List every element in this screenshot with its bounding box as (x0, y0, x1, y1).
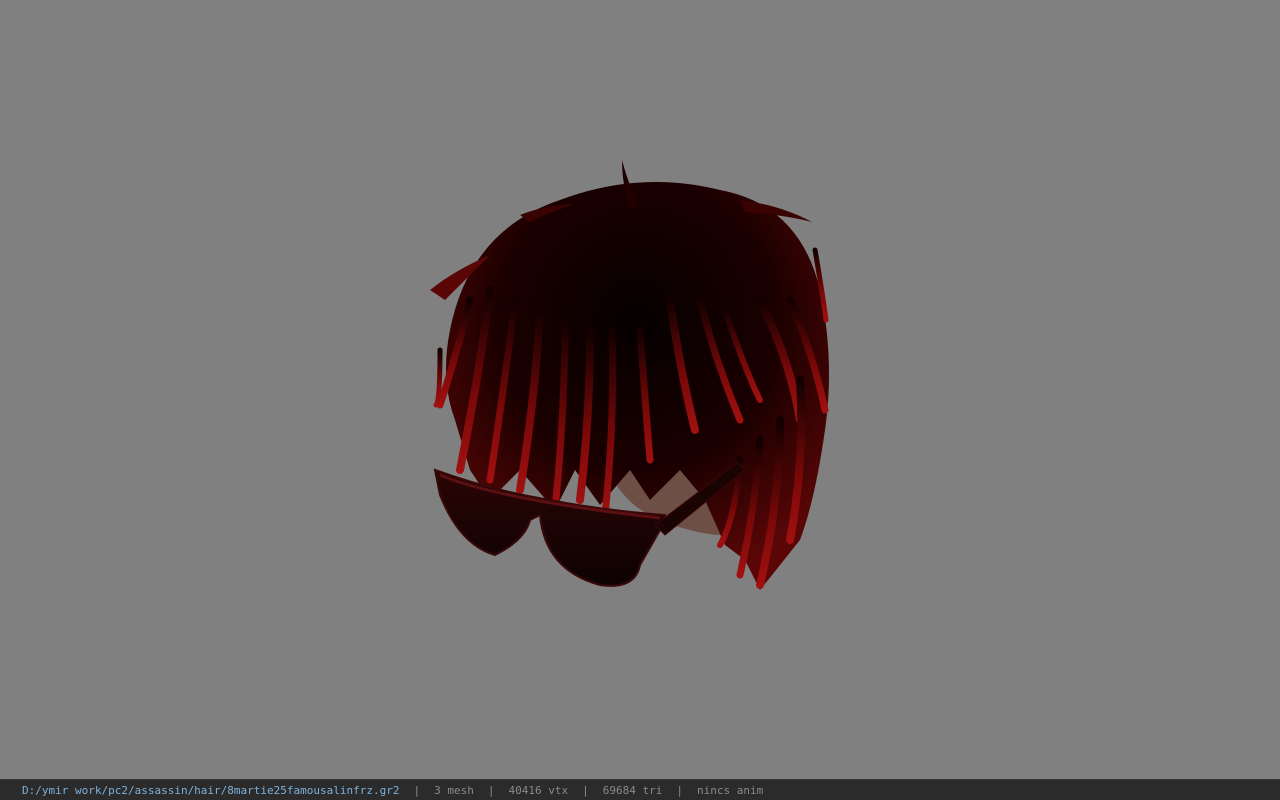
status-separator: | (413, 783, 421, 797)
status-bar: D:/ymir work/pc2/assassin/hair/8martie25… (0, 779, 1280, 800)
status-separator: | (676, 783, 683, 797)
animation-status: nincs anim (696, 783, 764, 797)
file-path: D:/ymir work/pc2/assassin/hair/8martie25… (22, 783, 400, 797)
status-separator: | (582, 783, 589, 797)
status-separator: | (487, 783, 495, 797)
triangle-count: 69684 tri (602, 783, 663, 797)
3d-viewport[interactable] (0, 0, 1280, 779)
hair-model-render[interactable] (0, 0, 1280, 779)
vertex-count: 40416 vtx (508, 783, 569, 797)
mesh-count: 3 mesh (434, 783, 474, 797)
